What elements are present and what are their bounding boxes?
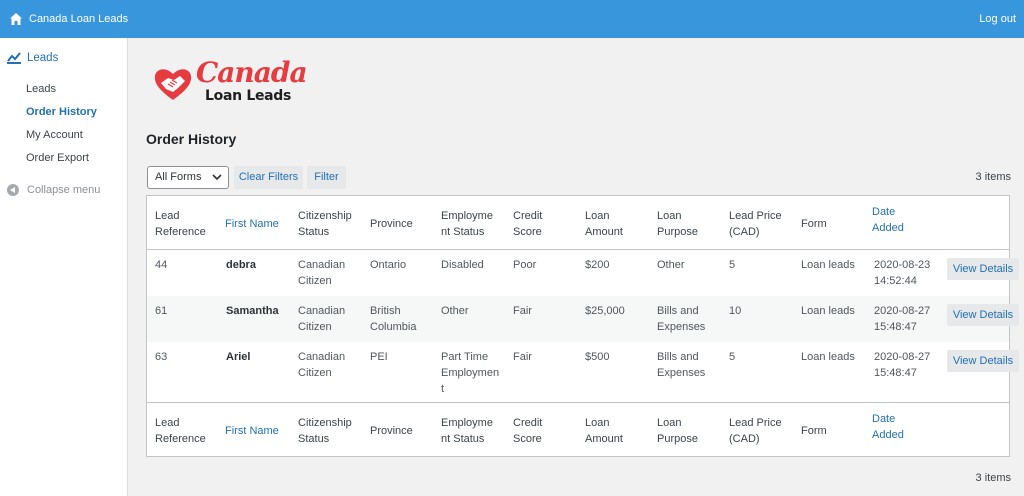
column-header: Lead Price (CAD) bbox=[729, 210, 782, 238]
sidebar-menu-label: Leads bbox=[27, 52, 59, 64]
column-footer: Loan Amount bbox=[585, 417, 623, 445]
chart-icon bbox=[7, 52, 21, 64]
lead-reference-cell: 44 bbox=[155, 259, 168, 271]
column-header: Citizenship Status bbox=[298, 210, 352, 238]
loan-purpose-cell: Bills and Expenses bbox=[657, 351, 706, 379]
lead-price-cell: 10 bbox=[729, 305, 742, 317]
credit-score-cell: Poor bbox=[513, 259, 537, 271]
sidebar-item-order-export[interactable]: Order Export bbox=[0, 147, 127, 170]
column-header: Province bbox=[370, 218, 413, 230]
column-footer: Form bbox=[801, 425, 827, 437]
loan-purpose-cell: Bills and Expenses bbox=[657, 305, 706, 333]
column-header[interactable]: Lead Reference bbox=[155, 208, 206, 240]
page-title: Order History bbox=[146, 131, 237, 147]
handshake-heart-icon bbox=[154, 69, 192, 100]
lead-price-cell: 5 bbox=[729, 351, 736, 363]
table-row: 63 Ariel Canadian Citizen PEI Part Time … bbox=[147, 342, 1019, 402]
table-footer-row: Lead Reference First Name Citizenship Stat… bbox=[147, 402, 1009, 456]
form-filter-select[interactable]: All Forms bbox=[147, 166, 229, 189]
date-added-cell: 2020-08-27 15:48:47 bbox=[874, 351, 931, 379]
form-cell: Loan leads bbox=[801, 351, 855, 363]
date-added-cell: 2020-08-23 14:52:44 bbox=[874, 259, 931, 287]
citizenship-cell: Canadian Citizen bbox=[298, 259, 346, 287]
column-footer: Lead Price (CAD) bbox=[729, 417, 782, 445]
brand-logo: Canada Loan Leads bbox=[153, 56, 308, 108]
table-row: 61 Samantha Canadian Citizen British Col… bbox=[147, 296, 1019, 342]
loan-amount-cell: $200 bbox=[585, 259, 610, 271]
site-home-link[interactable]: Canada Loan Leads bbox=[9, 0, 128, 38]
employment-cell: Other bbox=[441, 305, 469, 317]
form-cell: Loan leads bbox=[801, 305, 855, 317]
employment-cell: Part Time Employmen t bbox=[441, 351, 500, 395]
first-name-cell: Ariel bbox=[226, 351, 251, 363]
filter-button[interactable]: Filter bbox=[307, 166, 346, 189]
column-footer: Province bbox=[370, 425, 413, 437]
first-name-cell: debra bbox=[226, 259, 256, 271]
form-cell: Loan leads bbox=[801, 259, 855, 271]
column-footer-sortable[interactable]: First Name bbox=[225, 423, 279, 439]
loan-amount-cell: $500 bbox=[585, 351, 610, 363]
lead-reference-cell: 63 bbox=[155, 351, 168, 363]
column-footer: Credit Score bbox=[513, 417, 543, 445]
credit-score-cell: Fair bbox=[513, 351, 532, 363]
column-footer: Lead Reference bbox=[155, 417, 206, 445]
lead-price-cell: 5 bbox=[729, 259, 736, 271]
column-footer: Employme nt Status bbox=[441, 417, 493, 445]
collapse-menu-label: Collapse menu bbox=[27, 184, 101, 196]
column-header: Form bbox=[801, 218, 827, 230]
items-count-bottom: 3 items bbox=[975, 472, 1011, 484]
column-header-sortable[interactable]: Date Added bbox=[872, 204, 904, 236]
view-details-button[interactable]: View Details bbox=[947, 304, 1019, 326]
employment-cell: Disabled bbox=[441, 259, 484, 271]
province-cell: Ontario bbox=[370, 259, 407, 271]
sidebar-item-order-history[interactable]: Order History bbox=[0, 101, 127, 124]
column-header: Loan Purpose bbox=[657, 210, 698, 238]
loan-purpose-cell: Other bbox=[657, 259, 685, 271]
form-filter-value: All Forms bbox=[155, 171, 202, 183]
citizenship-cell: Canadian Citizen bbox=[298, 305, 346, 333]
column-header: Credit Score bbox=[513, 210, 543, 238]
items-count-top: 3 items bbox=[975, 171, 1011, 183]
table-row: 44 debra Canadian Citizen Ontario Disabl… bbox=[147, 250, 1019, 296]
sidebar-submenu: Leads Order History My Account Order Exp… bbox=[0, 78, 127, 170]
view-details-button[interactable]: View Details bbox=[947, 258, 1019, 280]
sidebar-menu-leads[interactable]: Leads bbox=[0, 38, 127, 78]
date-added-cell: 2020-08-27 15:48:47 bbox=[874, 305, 931, 333]
column-header-sortable[interactable]: First Name bbox=[225, 216, 279, 232]
column-footer: Loan Purpose bbox=[657, 417, 698, 445]
admin-top-bar: Canada Loan Leads Log out bbox=[0, 0, 1024, 38]
loan-amount-cell: $25,000 bbox=[585, 305, 625, 317]
orders-table: Lead Reference First Name Citizenship Stat… bbox=[146, 195, 1019, 457]
column-header: Employme nt Status bbox=[441, 210, 493, 238]
table-header-row: Lead Reference First Name Citizenship Stat… bbox=[147, 196, 1009, 250]
collapse-menu-button[interactable]: Collapse menu bbox=[0, 178, 127, 202]
logo-text-loan-leads: Loan Leads bbox=[205, 88, 292, 104]
column-footer-sortable[interactable]: Date Added bbox=[872, 411, 904, 443]
column-header: Loan Amount bbox=[585, 210, 623, 238]
column-footer: Citizenship Status bbox=[298, 417, 352, 445]
chevron-down-icon bbox=[212, 174, 222, 181]
clear-filters-button[interactable]: Clear Filters bbox=[234, 166, 303, 189]
province-cell: British Columbia bbox=[370, 305, 417, 333]
view-details-button[interactable]: View Details bbox=[947, 350, 1019, 372]
site-title[interactable]: Canada Loan Leads bbox=[29, 13, 128, 25]
citizenship-cell: Canadian Citizen bbox=[298, 351, 346, 379]
logo-text-canada: Canada bbox=[196, 56, 308, 89]
admin-sidebar: Leads Leads Order History My Account Ord… bbox=[0, 38, 128, 496]
collapse-arrow-icon bbox=[7, 184, 19, 196]
sidebar-item-my-account[interactable]: My Account bbox=[0, 124, 127, 147]
province-cell: PEI bbox=[370, 351, 388, 363]
sidebar-item-leads[interactable]: Leads bbox=[0, 78, 127, 101]
first-name-cell: Samantha bbox=[226, 305, 279, 317]
logout-link[interactable]: Log out bbox=[979, 13, 1016, 25]
credit-score-cell: Fair bbox=[513, 305, 532, 317]
lead-reference-cell: 61 bbox=[155, 305, 168, 317]
home-icon bbox=[10, 13, 22, 25]
